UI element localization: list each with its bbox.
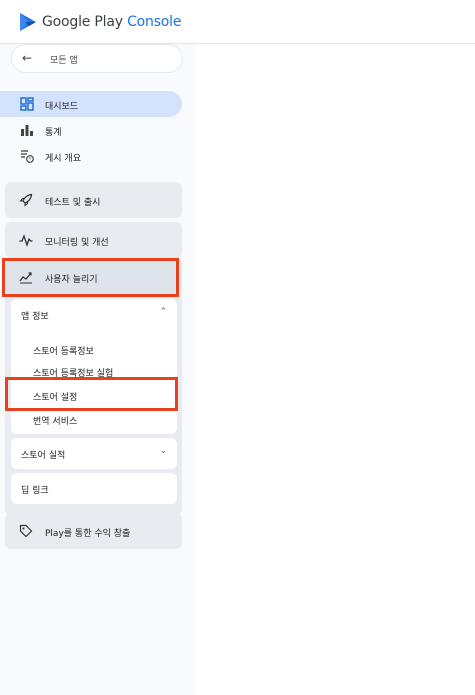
top-app-bar: Google Play Console (0, 0, 475, 44)
brand-primary: Google Play (42, 14, 123, 30)
sidebar-item-publishing-overview[interactable]: 게시 개요 (0, 143, 182, 169)
app-info-header[interactable]: 앱 정보 (21, 309, 49, 322)
store-performance-label: 스토어 실적 (21, 451, 66, 461)
deep-links-card[interactable]: 딥 링크 (11, 473, 177, 504)
highlight-box-store-settings (5, 377, 178, 411)
sidebar-subitem-translation-services[interactable]: 번역 서비스 (33, 414, 77, 427)
sidebar-item-label: 대시보드 (45, 102, 79, 112)
brand-secondary: Console (127, 14, 182, 30)
chevron-up-icon[interactable]: ⌃ (159, 307, 167, 317)
sidebar-section-monitor-and-improve[interactable]: 모니터링 및 개선 (5, 222, 182, 258)
section-label: 테스트 및 출시 (45, 198, 101, 208)
section-label: Play를 통한 수익 창출 (45, 529, 131, 539)
main-content (196, 44, 475, 695)
section-label: 모니터링 및 개선 (45, 238, 109, 248)
sidebar-item-dashboard[interactable]: 대시보드 (0, 91, 182, 117)
publishing-overview-icon (21, 150, 34, 163)
bar-chart-icon (21, 125, 33, 136)
back-arrow-icon: ← (22, 51, 33, 65)
sidebar-item-label: 게시 개요 (45, 154, 81, 164)
rocket-icon (19, 193, 33, 207)
highlight-box-grow-users (2, 258, 179, 297)
chevron-down-icon: ⌄ (159, 446, 167, 456)
sidebar-item-statistics[interactable]: 통계 (0, 117, 182, 143)
sidebar-subitem-store-listing[interactable]: 스토어 등록정보 (33, 344, 94, 357)
vitals-icon (19, 234, 33, 247)
deep-links-label: 딥 링크 (21, 486, 49, 496)
app-brand[interactable]: Google Play Console (42, 14, 181, 30)
sidebar-item-label: 통계 (45, 128, 62, 138)
sidebar-section-monetize[interactable]: Play를 통한 수익 창출 (5, 513, 182, 549)
all-apps-label: 모든 앱 (50, 56, 78, 66)
tag-icon (19, 524, 33, 538)
dashboard-icon (20, 97, 34, 111)
play-console-logo-icon (20, 13, 36, 31)
all-apps-button[interactable]: ← 모든 앱 (11, 44, 183, 73)
sidebar-section-test-and-release[interactable]: 테스트 및 출시 (5, 182, 182, 218)
sidebar: ← 모든 앱 대시보드 통계 게시 개요 테스트 및 출시 모니터링 및 개선 … (0, 44, 196, 695)
store-performance-card[interactable]: 스토어 실적 ⌄ (11, 438, 177, 469)
